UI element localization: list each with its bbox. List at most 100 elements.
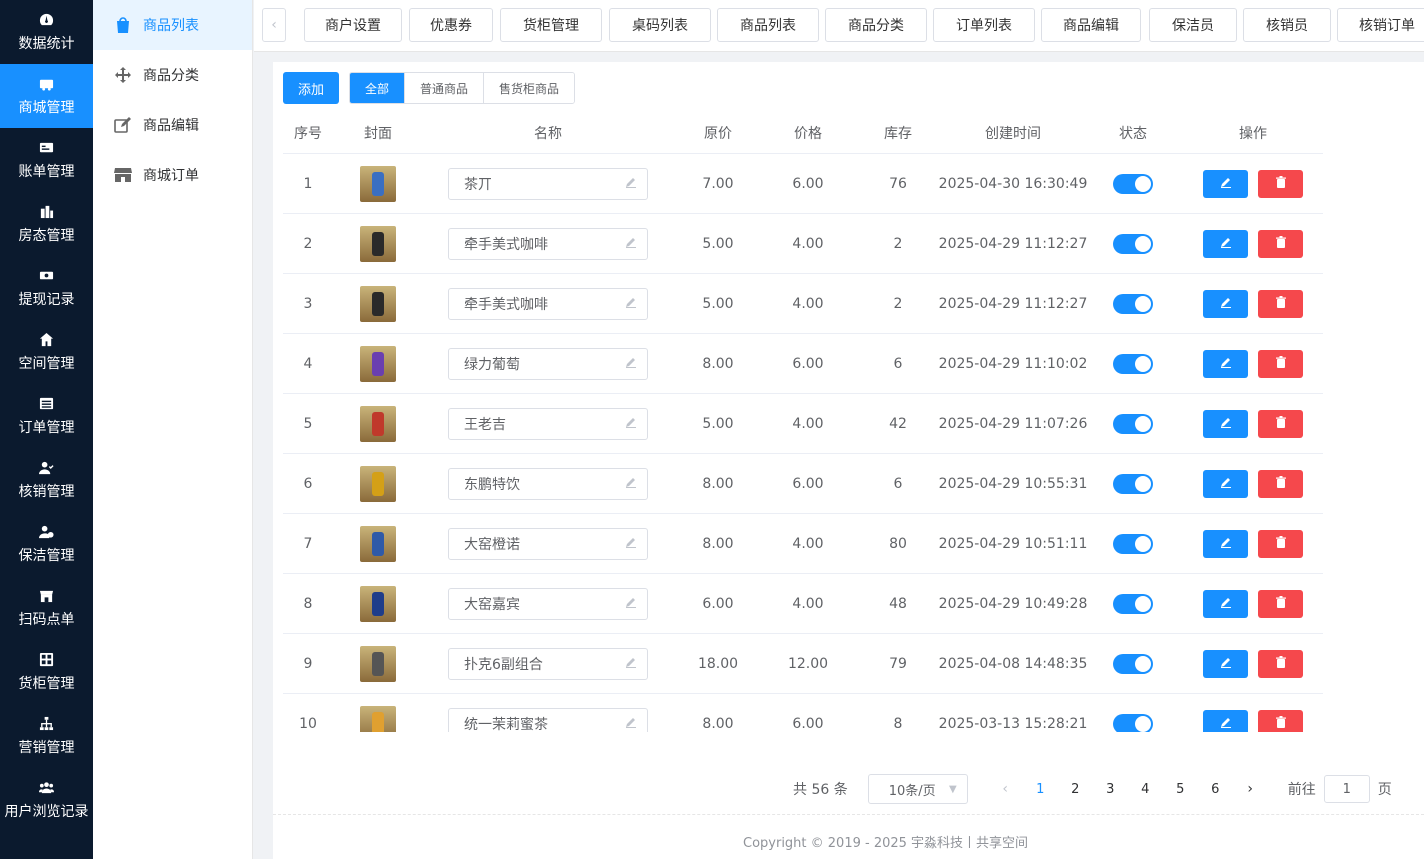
nav-item[interactable]: 用户浏览记录 — [0, 768, 93, 832]
page-number[interactable]: 5 — [1163, 774, 1198, 804]
subnav-item[interactable]: 商品分类 — [93, 50, 252, 100]
status-toggle[interactable] — [1113, 473, 1153, 494]
delete-button[interactable] — [1258, 349, 1303, 378]
tab[interactable]: 商品列表 — [717, 8, 819, 42]
tab[interactable]: 商品编辑 — [1041, 8, 1141, 42]
edit-button[interactable] — [1203, 469, 1248, 498]
nav-item[interactable]: 房态管理 — [0, 192, 93, 256]
nav-item[interactable]: 数据统计 — [0, 0, 93, 64]
edit-button[interactable] — [1203, 289, 1248, 318]
edit-button[interactable] — [1203, 529, 1248, 558]
delete-button[interactable] — [1258, 289, 1303, 318]
delete-button[interactable] — [1258, 409, 1303, 438]
status-toggle[interactable] — [1113, 653, 1153, 674]
edit-button[interactable] — [1203, 649, 1248, 678]
status-toggle[interactable] — [1113, 713, 1153, 732]
tab[interactable]: 订单列表 — [933, 8, 1035, 42]
nav-item-label: 数据统计 — [18, 36, 75, 52]
edit-button[interactable] — [1203, 409, 1248, 438]
product-name-input[interactable]: 茶丌 — [448, 167, 648, 200]
delete-button[interactable] — [1258, 469, 1303, 498]
toggle-knob — [1135, 295, 1151, 312]
status-toggle[interactable] — [1113, 413, 1153, 434]
status-toggle[interactable] — [1113, 593, 1153, 614]
subnav-item-label: 商城订单 — [143, 168, 199, 184]
price: 6.00 — [792, 175, 824, 192]
edit-button[interactable] — [1203, 709, 1248, 732]
next-page-icon[interactable]: › — [1233, 774, 1268, 804]
tab[interactable]: 核销订单 — [1337, 8, 1424, 42]
user-check-icon — [39, 459, 55, 475]
nav-item[interactable]: 空间管理 — [0, 320, 93, 384]
product-name-input[interactable]: 绿力葡萄 — [448, 347, 648, 380]
product-name-input[interactable]: 扑克6副组合 — [448, 647, 648, 680]
original-price: 8.00 — [702, 715, 734, 732]
nav-item[interactable]: 货柜管理 — [0, 640, 93, 704]
edit-button[interactable] — [1203, 349, 1248, 378]
delete-button[interactable] — [1258, 589, 1303, 618]
edit-button[interactable] — [1203, 169, 1248, 198]
product-can-shape — [372, 711, 384, 732]
page-size-select[interactable]: 10条/页 ▼ — [867, 774, 968, 804]
prev-page-icon[interactable]: ‹ — [988, 774, 1023, 804]
goto-page-input[interactable]: 1 — [1323, 775, 1370, 803]
filter-option[interactable]: 普通商品 — [405, 73, 485, 103]
product-name-input[interactable]: 大窑橙诺 — [448, 527, 648, 560]
delete-button[interactable] — [1258, 649, 1303, 678]
product-name-input[interactable]: 牵手美式咖啡 — [448, 287, 648, 320]
product-can-shape — [372, 531, 384, 556]
stock: 2 — [893, 295, 903, 312]
subnav-item[interactable]: 商城订单 — [93, 150, 252, 200]
row-number: 10 — [299, 715, 317, 732]
subnav-item[interactable]: 商品编辑 — [93, 100, 252, 150]
edit-icon — [1220, 716, 1232, 732]
filter-option[interactable]: 售货柜商品 — [484, 73, 575, 103]
nav-item[interactable]: 保洁管理 — [0, 512, 93, 576]
nav-item[interactable]: 商城管理 — [0, 64, 93, 128]
product-name-input[interactable]: 东鹏特饮 — [448, 467, 648, 500]
status-toggle[interactable] — [1113, 233, 1153, 254]
created-time: 2025-04-29 10:51:11 — [938, 535, 1088, 552]
subnav-item[interactable]: 商品列表 — [93, 0, 252, 50]
status-toggle[interactable] — [1113, 353, 1153, 374]
add-button[interactable]: 添加 — [283, 72, 339, 104]
nav-item[interactable]: 营销管理 — [0, 704, 93, 768]
stock: 2 — [893, 235, 903, 252]
row-number: 8 — [303, 595, 313, 612]
tab[interactable]: 货柜管理 — [500, 8, 602, 42]
tab[interactable]: 商品分类 — [825, 8, 927, 42]
nav-item[interactable]: 核销管理 — [0, 448, 93, 512]
tabs-prev-arrow-icon[interactable]: ‹ — [262, 8, 286, 42]
created-time: 2025-04-30 16:30:49 — [938, 175, 1088, 192]
product-name-input[interactable]: 王老吉 — [448, 407, 648, 440]
page-number[interactable]: 4 — [1128, 774, 1163, 804]
edit-button[interactable] — [1203, 229, 1248, 258]
product-name-input[interactable]: 大窑嘉宾 — [448, 587, 648, 620]
status-toggle[interactable] — [1113, 533, 1153, 554]
filter-option[interactable]: 全部 — [350, 73, 406, 103]
nav-item[interactable]: 扫码点单 — [0, 576, 93, 640]
status-toggle[interactable] — [1113, 173, 1153, 194]
page-number[interactable]: 3 — [1093, 774, 1128, 804]
delete-button[interactable] — [1258, 709, 1303, 732]
tab[interactable]: 商户设置 — [304, 8, 402, 42]
tab[interactable]: 核销员 — [1243, 8, 1331, 42]
nav-item-label: 空间管理 — [18, 356, 75, 372]
product-name-input[interactable]: 牵手美式咖啡 — [448, 227, 648, 260]
page-number[interactable]: 6 — [1198, 774, 1233, 804]
delete-button[interactable] — [1258, 169, 1303, 198]
delete-button[interactable] — [1258, 229, 1303, 258]
tab[interactable]: 优惠券 — [409, 8, 493, 42]
tab[interactable]: 保洁员 — [1149, 8, 1237, 42]
product-name-input[interactable]: 统一茉莉蜜茶 — [448, 707, 648, 732]
nav-item[interactable]: 订单管理 — [0, 384, 93, 448]
nav-item[interactable]: 账单管理 — [0, 128, 93, 192]
main-content: 添加 全部 普通商品 售货柜商品 序号 封面 名称 原价 价格 库存 创建时间 状态 操作 1 茶丌 7… — [273, 62, 1424, 859]
tab[interactable]: 桌码列表 — [609, 8, 711, 42]
page-number[interactable]: 2 — [1058, 774, 1093, 804]
page-number[interactable]: 1 — [1023, 774, 1058, 804]
status-toggle[interactable] — [1113, 293, 1153, 314]
edit-button[interactable] — [1203, 589, 1248, 618]
delete-button[interactable] — [1258, 529, 1303, 558]
nav-item[interactable]: 提现记录 — [0, 256, 93, 320]
